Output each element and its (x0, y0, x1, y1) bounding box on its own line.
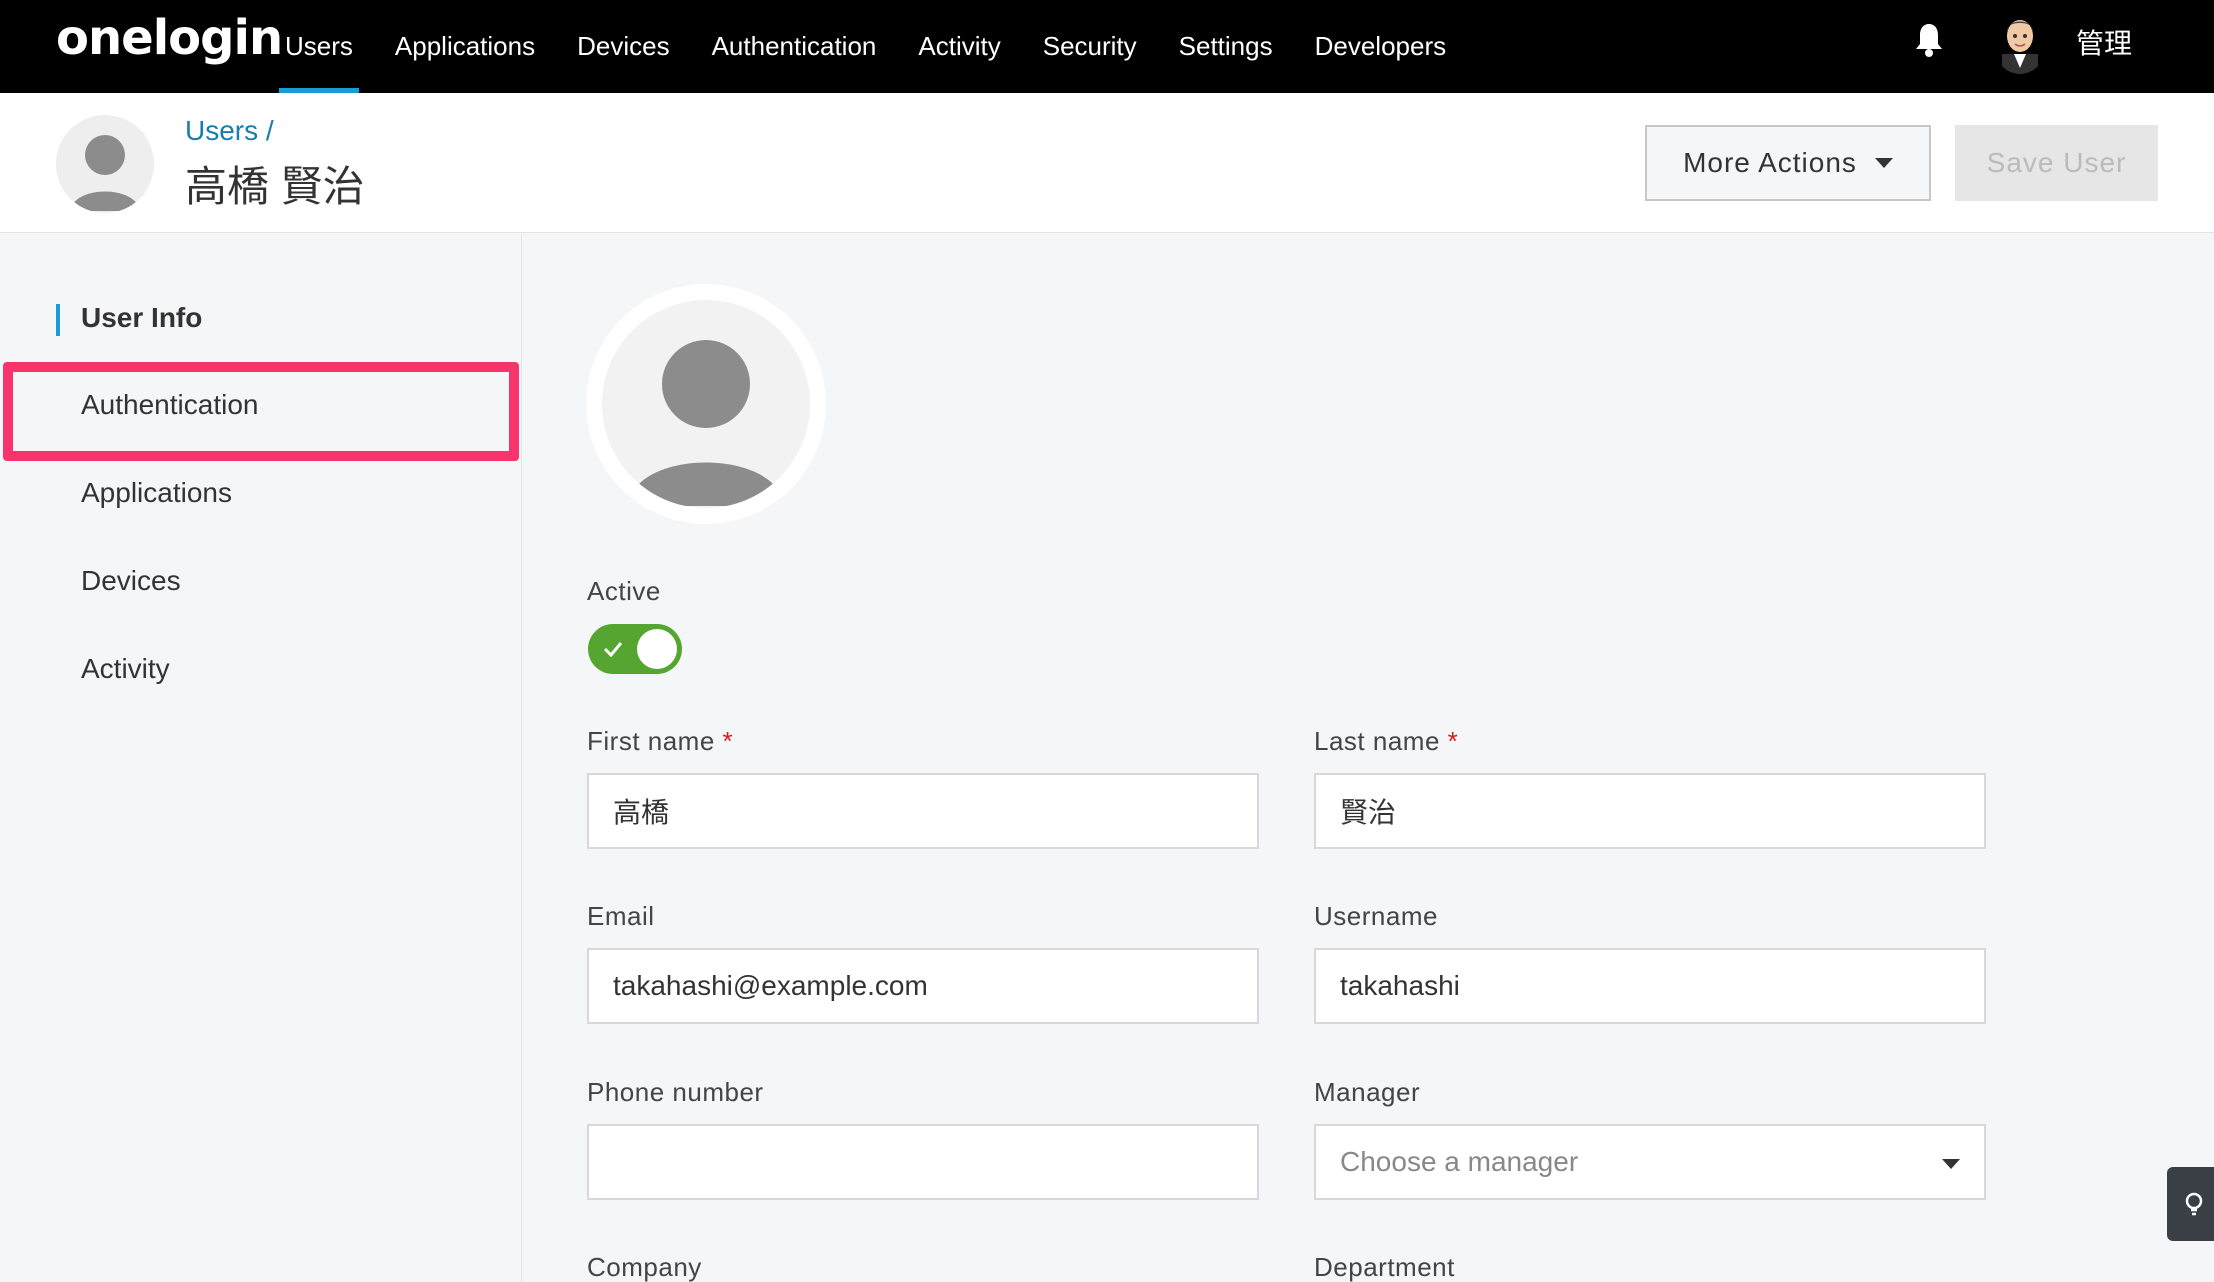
nav-item-devices[interactable]: Devices (556, 0, 690, 93)
page-title: 高橋 賢治 (185, 163, 365, 210)
caret-down-icon (1874, 158, 1893, 168)
user-info-form: Active First name * 高橋 Last name * 賢治 Em… (522, 234, 2214, 1282)
user-silhouette-icon (628, 340, 784, 506)
sidebar-item-user-info[interactable]: User Info (81, 302, 202, 334)
sidebar-item-authentication[interactable]: Authentication (81, 389, 258, 421)
email-label: Email (587, 901, 655, 931)
manager-label: Manager (1314, 1077, 1421, 1107)
department-label: Department (1314, 1252, 1455, 1282)
help-tab[interactable] (2167, 1167, 2214, 1241)
breadcrumb-users[interactable]: Users / (185, 115, 274, 147)
profile-picture[interactable] (586, 284, 826, 524)
last-name-field[interactable]: 賢治 (1314, 773, 1986, 849)
manager-placeholder: Choose a manager (1340, 1146, 1579, 1177)
more-actions-label: More Actions (1683, 147, 1857, 178)
check-icon (603, 642, 623, 658)
user-avatar-icon[interactable] (1996, 10, 2044, 74)
more-actions-button[interactable]: More Actions (1645, 125, 1931, 201)
lightbulb-icon (2185, 1192, 2203, 1216)
user-silhouette-icon (56, 115, 154, 213)
phone-label: Phone number (587, 1077, 764, 1107)
page-header: Users / 高橋 賢治 More Actions Save User (0, 93, 2214, 233)
sidebar-item-applications[interactable]: Applications (81, 477, 232, 509)
chevron-down-icon (1942, 1159, 1960, 1169)
toggle-knob (637, 629, 677, 669)
active-label: Active (587, 576, 661, 606)
first-name-label: First name * (587, 726, 734, 756)
nav-item-activity[interactable]: Activity (897, 0, 1021, 93)
nav-item-authentication[interactable]: Authentication (691, 0, 898, 93)
sidebar-item-devices[interactable]: Devices (81, 565, 181, 597)
manager-select[interactable]: Choose a manager (1314, 1124, 1986, 1200)
username-field[interactable]: takahashi (1314, 948, 1986, 1024)
nav-item-security[interactable]: Security (1022, 0, 1158, 93)
active-toggle[interactable] (588, 624, 682, 674)
bell-icon[interactable] (1914, 22, 1944, 58)
top-nav: onelogin Users Applications Devices Auth… (0, 0, 2214, 93)
phone-field[interactable] (587, 1124, 1259, 1200)
sidebar: User Info Authentication Applications De… (0, 234, 522, 1282)
required-mark: * (722, 726, 734, 756)
save-user-button[interactable]: Save User (1955, 125, 2158, 201)
nav-item-settings[interactable]: Settings (1158, 0, 1294, 93)
email-field[interactable]: takahashi@example.com (587, 948, 1259, 1024)
onelogin-logo[interactable]: onelogin (56, 10, 283, 66)
nav-menu: Users Applications Devices Authenticatio… (264, 0, 1467, 93)
active-indicator (56, 304, 60, 336)
nav-item-applications[interactable]: Applications (374, 0, 556, 93)
nav-item-developers[interactable]: Developers (1294, 0, 1468, 93)
nav-item-users[interactable]: Users (264, 0, 374, 93)
company-label: Company (587, 1252, 702, 1282)
sidebar-item-activity[interactable]: Activity (81, 653, 170, 685)
last-name-label: Last name * (1314, 726, 1459, 756)
first-name-field[interactable]: 高橋 (587, 773, 1259, 849)
required-mark: * (1447, 726, 1459, 756)
user-avatar (56, 115, 154, 213)
username-label: Username (1314, 901, 1438, 931)
nav-username[interactable]: 管理 (2076, 22, 2132, 62)
